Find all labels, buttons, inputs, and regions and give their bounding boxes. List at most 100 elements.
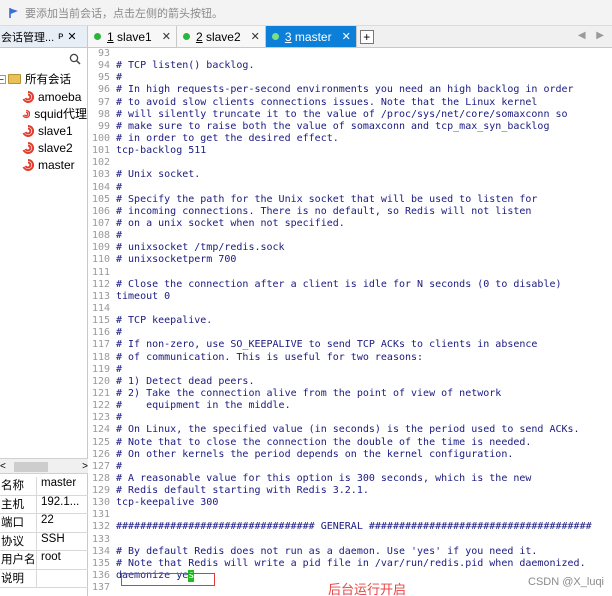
code-line: 94 # TCP listen() backlog.	[88, 60, 612, 72]
session-search	[0, 48, 87, 70]
tree-item-slave2[interactable]: slave2	[0, 139, 87, 156]
code-line: 116 #	[88, 327, 612, 339]
code-text: #	[116, 230, 123, 242]
code-text: # on a unix socket when not specified.	[116, 217, 345, 229]
code-text: # unixsocketperm 700	[116, 254, 237, 266]
code-line: 93	[88, 48, 612, 60]
line-number: 93	[97, 48, 110, 59]
terminal-editor[interactable]: 93 94 # TCP listen() backlog. 95 #96 # In hig…	[88, 48, 612, 596]
code-line: 115 # TCP keepalive.	[88, 315, 612, 327]
line-number: 112	[91, 278, 110, 290]
line-number: 98	[97, 108, 110, 120]
line-number: 97	[97, 96, 110, 108]
line-number: 134	[91, 545, 110, 557]
session-label: slave1	[38, 123, 73, 138]
new-tab-button[interactable]: +	[359, 30, 374, 44]
code-text: # TCP keepalive.	[116, 315, 213, 327]
line-number: 108	[91, 230, 110, 242]
prop-row: 主机 192.1...	[0, 495, 88, 514]
code-line: 99 # make sure to raise both the value of…	[88, 121, 612, 133]
code-text: # Note that to close the connection the …	[116, 436, 532, 448]
session-tab-bar: 1 slave1 ✕ 2 slave2 ✕ 3 master ✕ + ◀ ▶	[88, 26, 612, 48]
code-line: 124 # On Linux, the specified value (in s…	[88, 424, 612, 436]
session-swirl-icon	[22, 109, 31, 118]
code-text: timeout 0	[116, 290, 171, 302]
code-line: 131	[88, 509, 612, 521]
code-text: tcp-backlog 511	[116, 145, 207, 157]
code-line: 133	[88, 534, 612, 546]
prop-value: root	[41, 551, 61, 563]
pin-icon[interactable]: ᴘ	[58, 31, 63, 42]
tree-item-slave1[interactable]: slave1	[0, 122, 87, 139]
session-hint-bar: 要添加当前会话，点击左侧的箭头按钮。	[0, 0, 612, 26]
collapse-icon[interactable]: −	[0, 74, 6, 84]
code-line: 97 # to avoid slow clients connections is…	[88, 97, 612, 109]
code-text: # On Linux, the specified value (in seco…	[116, 424, 580, 436]
code-line: 96 # In high requests-per-second environm…	[88, 84, 612, 96]
tree-item-master[interactable]: master	[0, 156, 87, 173]
tab-label: slave2	[205, 29, 241, 44]
tab-master[interactable]: 3 master ✕	[265, 26, 357, 47]
code-line: 132 ################################# GEN…	[88, 521, 612, 533]
line-number: 133	[91, 533, 110, 545]
code-line: 129 # Redis default starting with Redis 3…	[88, 485, 612, 497]
tab-number: 1	[107, 29, 114, 44]
search-icon[interactable]	[69, 53, 81, 65]
watermark: CSDN @X_luqi	[528, 576, 604, 588]
code-line: 104 #	[88, 182, 612, 194]
scroll-left-icon[interactable]: <	[0, 461, 6, 472]
horizontal-scrollbar[interactable]: < >	[0, 458, 88, 474]
line-number: 109	[91, 242, 110, 254]
line-number: 105	[91, 193, 110, 205]
hint-text: 要添加当前会话，点击左侧的箭头按钮。	[25, 7, 223, 20]
scroll-thumb[interactable]	[14, 462, 48, 472]
prop-key: 主机	[0, 495, 37, 513]
session-tree: − 所有会话 amoeba squid代理 slave1 slave2 mast…	[0, 70, 87, 173]
code-text: #	[116, 181, 123, 193]
line-number: 114	[91, 302, 110, 314]
code-text: # unixsocket /tmp/redis.sock	[116, 242, 285, 254]
close-panel-icon[interactable]: ✕	[67, 30, 76, 43]
code-text: # Redis default starting with Redis 3.2.…	[116, 485, 369, 497]
line-number: 117	[91, 339, 110, 351]
line-number: 137	[91, 582, 110, 594]
session-label: slave2	[38, 140, 73, 155]
tree-root-all-sessions[interactable]: − 所有会话	[0, 70, 87, 88]
code-text: # If non-zero, use SO_KEEPALIVE to send …	[116, 339, 538, 351]
highlight-box	[121, 573, 215, 586]
close-tab-icon[interactable]: ✕	[162, 30, 171, 43]
session-swirl-icon	[22, 141, 34, 154]
prop-value: 192.1...	[41, 495, 80, 508]
line-number: 104	[91, 181, 110, 193]
session-properties: 名称 master 主机 192.1... 端口 22 协议 SSH 用户名 root 说…	[0, 477, 88, 588]
close-tab-icon[interactable]: ✕	[342, 30, 351, 43]
code-text: # equipment in the middle.	[116, 400, 291, 412]
connected-status-icon	[182, 33, 190, 40]
line-number: 107	[91, 217, 110, 229]
tree-item-squid[interactable]: squid代理	[0, 105, 87, 122]
code-line: 125 # Note that to close the connection t…	[88, 437, 612, 449]
line-number: 103	[91, 169, 110, 181]
folder-icon	[8, 74, 21, 84]
annotation-text: 后台运行开启	[328, 583, 407, 596]
code-text: # make sure to raise both the value of s…	[116, 120, 550, 132]
code-text: # By default Redis does not run as a dae…	[116, 545, 538, 557]
code-text: #	[116, 460, 123, 472]
code-text: ################################# GENERA…	[116, 521, 592, 533]
session-swirl-icon	[22, 90, 34, 103]
code-line: 127 #	[88, 461, 612, 473]
prop-key: 名称	[0, 477, 37, 495]
close-tab-icon[interactable]: ✕	[251, 30, 260, 43]
line-number: 130	[91, 497, 110, 509]
code-line: 123 #	[88, 412, 612, 424]
line-number: 106	[91, 205, 110, 217]
tree-item-amoeba[interactable]: amoeba	[0, 88, 87, 105]
flag-icon	[9, 7, 18, 18]
tab-slave1[interactable]: 1 slave1 ✕	[88, 26, 177, 47]
session-label: master	[38, 157, 75, 172]
tab-label: master	[294, 29, 332, 44]
code-line: 100 # in order to get the desired effect.	[88, 133, 612, 145]
line-number: 129	[91, 485, 110, 497]
tab-slave2[interactable]: 2 slave2 ✕	[176, 26, 266, 47]
tab-scroll-arrows[interactable]: ◀ ▶	[578, 30, 608, 41]
